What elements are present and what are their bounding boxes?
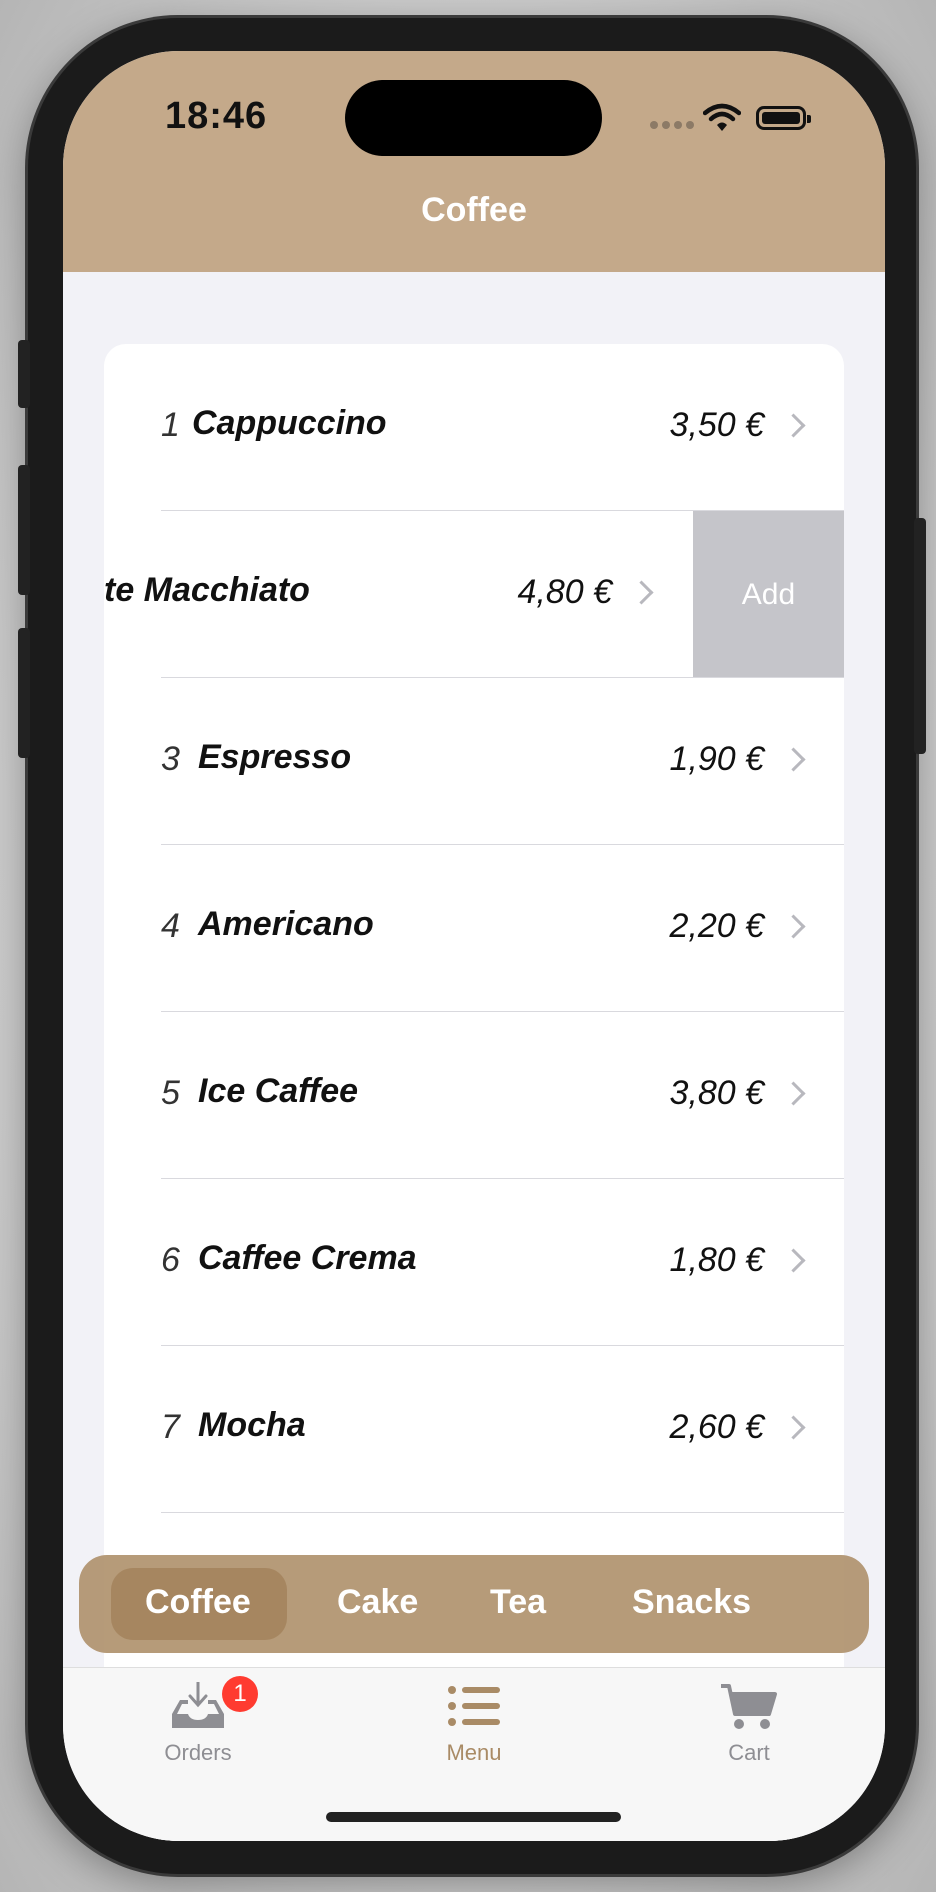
add-swipe-button[interactable]: Add xyxy=(693,511,844,678)
category-tea[interactable]: Tea xyxy=(490,1583,546,1622)
tab-cart[interactable]: Cart xyxy=(649,1668,849,1778)
item-price: 1,90 € xyxy=(669,740,764,778)
cart-icon xyxy=(721,1684,777,1729)
tab-cart-label: Cart xyxy=(728,1740,770,1765)
list-item-2-swiped[interactable]: te Macchiato 4,80 € Add xyxy=(104,511,844,678)
dynamic-island xyxy=(345,80,602,156)
item-number: 5 xyxy=(161,1074,180,1112)
power-button xyxy=(914,518,926,754)
page-title: Coffee xyxy=(421,191,527,229)
list-item-1[interactable]: 1 Cappuccino 3,50 € xyxy=(104,344,844,511)
volume-up-button xyxy=(18,465,30,595)
item-price: 3,50 € xyxy=(669,406,764,444)
item-number: 7 xyxy=(161,1408,180,1446)
navigation-header: 18:46 Coffee xyxy=(63,51,885,272)
home-indicator xyxy=(326,1812,621,1822)
chevron-right-icon xyxy=(781,1081,806,1106)
item-price: 1,80 € xyxy=(669,1241,764,1279)
volume-down-button xyxy=(18,628,30,758)
item-name: Caffee Crema xyxy=(198,1239,417,1277)
action-button xyxy=(18,340,30,408)
tab-menu-label: Menu xyxy=(446,1740,502,1765)
category-picker: Coffee Cake Tea Snacks xyxy=(79,1555,869,1653)
battery-icon xyxy=(756,106,811,130)
item-number: 4 xyxy=(161,907,180,945)
cellular-signal-icon xyxy=(650,121,694,129)
phone-screen: 18:46 Coffee 1 Cappuccino 3,50 € te Macc… xyxy=(63,51,885,1841)
orders-badge: 1 xyxy=(222,1676,258,1712)
item-price: 3,80 € xyxy=(669,1074,764,1112)
list-item-4[interactable]: 4 Americano 2,20 € xyxy=(104,845,844,1012)
chevron-right-icon xyxy=(781,1248,806,1273)
item-price: 4,80 € xyxy=(517,573,612,611)
list-item-3[interactable]: 3 Espresso 1,90 € xyxy=(104,678,844,845)
separator xyxy=(161,1512,844,1513)
item-name: Mocha xyxy=(198,1406,306,1444)
swiped-row-content[interactable]: te Macchiato 4,80 € xyxy=(104,511,692,678)
chevron-right-icon xyxy=(781,413,806,438)
list-item-6[interactable]: 6 Caffee Crema 1,80 € xyxy=(104,1179,844,1346)
chevron-right-icon xyxy=(781,914,806,939)
tab-orders[interactable]: 1 Orders xyxy=(98,1668,298,1778)
item-name: Americano xyxy=(198,905,374,943)
tab-orders-label: Orders xyxy=(164,1740,232,1765)
status-time: 18:46 xyxy=(165,95,268,137)
list-item-7[interactable]: 7 Mocha 2,60 € xyxy=(104,1346,844,1513)
wifi-icon xyxy=(703,103,741,131)
chevron-right-icon xyxy=(781,1415,806,1440)
item-name: te Macchiato xyxy=(104,571,310,609)
tab-menu[interactable]: Menu xyxy=(374,1668,574,1778)
category-coffee[interactable]: Coffee xyxy=(145,1583,251,1622)
category-snacks[interactable]: Snacks xyxy=(632,1583,751,1622)
item-name: Espresso xyxy=(198,738,352,776)
chevron-right-icon xyxy=(781,747,806,772)
chevron-right-icon xyxy=(629,580,654,605)
item-name: Ice Caffee xyxy=(198,1072,359,1110)
category-cake[interactable]: Cake xyxy=(337,1583,418,1622)
tray-download-icon xyxy=(172,1682,224,1728)
list-item-5[interactable]: 5 Ice Caffee 3,80 € xyxy=(104,1012,844,1179)
list-bullet-icon xyxy=(448,1686,500,1726)
item-number: 6 xyxy=(161,1241,180,1279)
item-price: 2,20 € xyxy=(669,907,764,945)
item-number: 1 xyxy=(161,406,180,444)
item-number: 3 xyxy=(161,740,180,778)
item-name: Cappuccino xyxy=(192,404,387,442)
item-price: 2,60 € xyxy=(669,1408,764,1446)
